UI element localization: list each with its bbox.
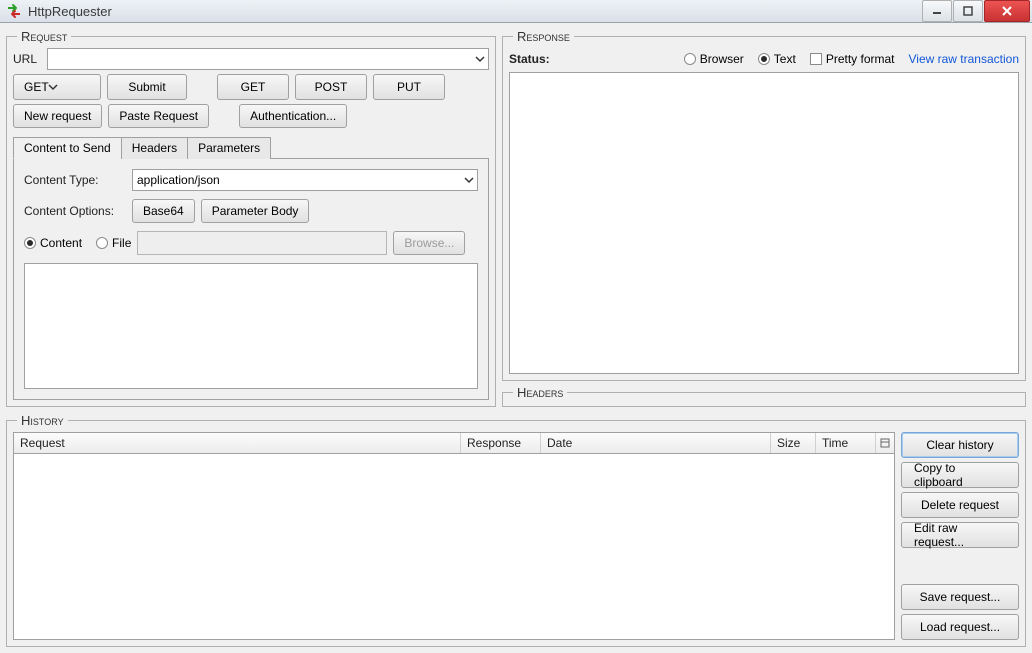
load-request-label: Load request...	[920, 620, 1000, 634]
history-buttons: Clear history Copy to clipboard Delete r…	[901, 432, 1019, 640]
save-request-button[interactable]: Save request...	[901, 584, 1019, 610]
radio-dot-icon	[96, 237, 108, 249]
history-col-time[interactable]: Time	[816, 433, 876, 453]
titlebar: HttpRequester	[0, 0, 1032, 23]
copy-clipboard-label: Copy to clipboard	[914, 461, 1006, 489]
history-col-menu[interactable]	[876, 433, 894, 453]
url-input[interactable]	[47, 48, 489, 70]
new-request-label: New request	[24, 109, 91, 123]
edit-raw-request-label: Edit raw request...	[914, 521, 1006, 549]
radio-dot-icon	[24, 237, 36, 249]
tab-parameters[interactable]: Parameters	[187, 137, 271, 159]
response-body-area[interactable]	[509, 72, 1019, 374]
browse-button[interactable]: Browse...	[393, 231, 465, 255]
response-headers-legend: Headers	[513, 385, 567, 400]
minimize-button[interactable]	[922, 0, 952, 22]
delete-request-label: Delete request	[921, 498, 999, 512]
authentication-button[interactable]: Authentication...	[239, 104, 347, 128]
file-path-input[interactable]	[137, 231, 387, 255]
post-button[interactable]: POST	[295, 74, 367, 100]
status-label: Status:	[509, 52, 550, 66]
content-radio[interactable]: Content	[24, 236, 82, 250]
chevron-down-icon[interactable]	[463, 174, 475, 186]
edit-raw-request-button[interactable]: Edit raw request...	[901, 522, 1019, 548]
load-request-button[interactable]: Load request...	[901, 614, 1019, 640]
request-tabs: Content to Send Headers Parameters	[13, 136, 489, 159]
text-radio[interactable]: Text	[758, 52, 796, 66]
get-button[interactable]: GET	[217, 74, 289, 100]
history-col-date[interactable]: Date	[541, 433, 771, 453]
base64-label: Base64	[143, 204, 184, 218]
browser-radio[interactable]: Browser	[684, 52, 744, 66]
tab-headers-label: Headers	[132, 141, 177, 155]
close-button[interactable]	[984, 0, 1030, 22]
submit-label: Submit	[128, 80, 165, 94]
copy-clipboard-button[interactable]: Copy to clipboard	[901, 462, 1019, 488]
chevron-down-icon[interactable]	[49, 80, 57, 94]
save-request-label: Save request...	[920, 590, 1001, 604]
browser-radio-label: Browser	[700, 52, 744, 66]
method-selected: GET	[24, 80, 49, 94]
text-radio-label: Text	[774, 52, 796, 66]
parameter-body-button[interactable]: Parameter Body	[201, 199, 310, 223]
url-label: URL	[13, 52, 41, 66]
method-select[interactable]: GET	[13, 74, 101, 100]
file-radio-label: File	[112, 236, 131, 250]
chevron-down-icon[interactable]	[474, 53, 486, 65]
clear-history-label: Clear history	[926, 438, 993, 452]
content-radio-label: Content	[40, 236, 82, 250]
paste-request-label: Paste Request	[119, 109, 198, 123]
content-type-label: Content Type:	[24, 173, 126, 187]
parameter-body-label: Parameter Body	[212, 204, 299, 218]
maximize-button[interactable]	[953, 0, 983, 22]
tab-content-label: Content to Send	[24, 141, 111, 155]
file-radio[interactable]: File	[96, 236, 131, 250]
tab-panel-content: Content Type: application/json Content O…	[13, 159, 489, 400]
history-body[interactable]	[13, 454, 895, 640]
submit-button[interactable]: Submit	[107, 74, 187, 100]
paste-request-button[interactable]: Paste Request	[108, 104, 209, 128]
tab-content-to-send[interactable]: Content to Send	[13, 137, 122, 159]
history-legend: History	[17, 413, 68, 428]
post-label: POST	[315, 80, 348, 94]
put-label: PUT	[397, 80, 421, 94]
pretty-format-checkbox[interactable]: Pretty format	[810, 52, 895, 66]
new-request-button[interactable]: New request	[13, 104, 102, 128]
put-button[interactable]: PUT	[373, 74, 445, 100]
radio-dot-icon	[684, 53, 696, 65]
request-body-textarea[interactable]	[24, 263, 478, 389]
delete-request-button[interactable]: Delete request	[901, 492, 1019, 518]
content-type-value: application/json	[137, 173, 220, 187]
request-legend: Request	[17, 29, 71, 44]
browse-label: Browse...	[404, 236, 454, 250]
content-type-select[interactable]: application/json	[132, 169, 478, 191]
history-panel: History Request Response Date Size Time …	[6, 413, 1026, 647]
view-raw-transaction-link[interactable]: View raw transaction	[909, 52, 1020, 66]
get-label: GET	[241, 80, 266, 94]
pretty-format-label: Pretty format	[826, 52, 895, 66]
app-icon	[6, 3, 22, 19]
radio-dot-icon	[758, 53, 770, 65]
response-panel: Response Status: Browser Text Pretty for	[502, 29, 1026, 381]
history-table: Request Response Date Size Time	[13, 432, 895, 640]
checkbox-box-icon	[810, 53, 822, 65]
base64-button[interactable]: Base64	[132, 199, 195, 223]
clear-history-button[interactable]: Clear history	[901, 432, 1019, 458]
history-col-response[interactable]: Response	[461, 433, 541, 453]
content-options-label: Content Options:	[24, 204, 126, 218]
tab-headers[interactable]: Headers	[121, 137, 188, 159]
response-headers-panel: Headers	[502, 385, 1026, 407]
history-header-row: Request Response Date Size Time	[13, 432, 895, 454]
authentication-label: Authentication...	[250, 109, 336, 123]
window-title: HttpRequester	[28, 4, 112, 19]
request-panel: Request URL GET Submit	[6, 29, 496, 407]
column-picker-icon	[880, 438, 890, 448]
tab-parameters-label: Parameters	[198, 141, 260, 155]
response-legend: Response	[513, 29, 574, 44]
history-col-size[interactable]: Size	[771, 433, 816, 453]
history-col-request[interactable]: Request	[14, 433, 461, 453]
